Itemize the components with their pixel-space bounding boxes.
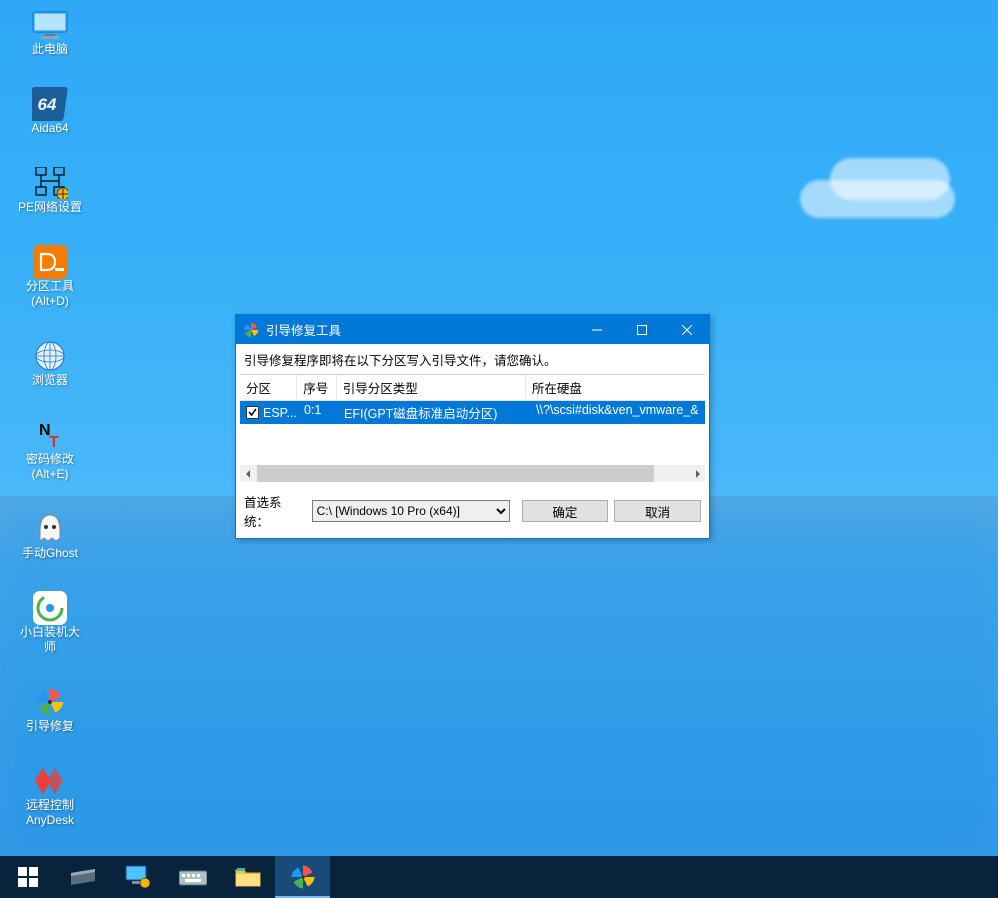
desktop-label: 浏览器 (32, 373, 68, 388)
desktop-label: 密码修改 (Alt+E) (26, 452, 74, 482)
scroll-thumb[interactable] (257, 465, 654, 482)
table-header: 分区 序号 引导分区类型 所在硬盘 (240, 375, 705, 401)
desktop-label: 引导修复 (26, 719, 74, 734)
dialog-message: 引导修复程序即将在以下分区写入引导文件，请您确认。 (236, 344, 709, 374)
desktop-label: Aida64 (31, 121, 68, 136)
globe-icon (30, 339, 70, 373)
cell-index: 0:1 (298, 401, 338, 424)
taskbar (0, 856, 998, 898)
titlebar[interactable]: 引导修复工具 (236, 315, 709, 344)
taskbar-network[interactable] (110, 856, 165, 898)
taskbar-explorer[interactable] (220, 856, 275, 898)
cancel-button[interactable]: 取消 (614, 500, 701, 522)
pinwheel-icon (30, 685, 70, 719)
row-checkbox[interactable] (246, 406, 259, 419)
aida64-icon: 64 (30, 87, 70, 121)
desktop-label: 手动Ghost (22, 546, 78, 561)
svg-text:64: 64 (38, 95, 57, 114)
windows-icon (18, 867, 38, 887)
desktop-icon-password[interactable]: NT 密码修改 (Alt+E) (10, 418, 90, 482)
ghost-icon (30, 512, 70, 546)
boot-repair-dialog: 引导修复工具 引导修复程序即将在以下分区写入引导文件，请您确认。 分区 序号 引… (235, 314, 710, 539)
col-type[interactable]: 引导分区类型 (337, 375, 526, 400)
desktop-icon-aida64[interactable]: 64 Aida64 (10, 87, 90, 136)
desktop-icon-this-pc[interactable]: 此电脑 (10, 8, 90, 57)
col-disk[interactable]: 所在硬盘 (526, 375, 705, 400)
ntpw-icon: NT (30, 418, 70, 452)
ok-button[interactable]: 确定 (522, 500, 609, 522)
desktop-label: 分区工具 (Alt+D) (26, 279, 74, 309)
svg-text:T: T (49, 434, 59, 451)
desktop-icon-ghost[interactable]: 手动Ghost (10, 512, 90, 561)
folder-icon (235, 866, 261, 888)
desktop-icon-pe-network[interactable]: PE网络设置 (10, 166, 90, 215)
taskbar-keyboard[interactable] (165, 856, 220, 898)
desktop-label: 小白装机大 师 (20, 625, 80, 655)
desktop-icon-browser[interactable]: 浏览器 (10, 339, 90, 388)
partition-table: 分区 序号 引导分区类型 所在硬盘 ESP... 0:1 EFI(GPT磁盘标准… (240, 374, 705, 465)
computer-icon (30, 8, 70, 42)
desktop-icon-boot-repair[interactable]: 引导修复 (10, 685, 90, 734)
scroll-right-button[interactable] (688, 465, 705, 482)
col-index[interactable]: 序号 (297, 375, 337, 400)
cell-type: EFI(GPT磁盘标准启动分区) (338, 401, 530, 424)
desktop-label: 此电脑 (32, 42, 68, 57)
taskbar-boot-repair[interactable] (275, 856, 330, 898)
col-partition[interactable]: 分区 (240, 375, 297, 400)
desktop-label: PE网络设置 (18, 200, 82, 215)
cell-partition: ESP... (263, 406, 297, 420)
cell-disk: \\?\scsi#disk&ven_vmware_& (530, 401, 705, 424)
desktop-icon-diskgenius[interactable]: 分区工具 (Alt+D) (10, 245, 90, 309)
keyboard-icon (179, 867, 207, 887)
window-title: 引导修复工具 (266, 320, 574, 339)
installer-icon (30, 591, 70, 625)
desktop-icon-xiaobaizhj[interactable]: 小白装机大 师 (10, 591, 90, 655)
horizontal-scrollbar[interactable] (240, 465, 705, 482)
desktop-label: 远程控制 AnyDesk (26, 798, 74, 828)
diskgenius-icon (30, 245, 70, 279)
table-row[interactable]: ESP... 0:1 EFI(GPT磁盘标准启动分区) \\?\scsi#dis… (240, 401, 705, 424)
system-select[interactable]: C:\ [Windows 10 Pro (x64)] (312, 500, 510, 522)
network-config-icon (30, 166, 70, 200)
minimize-button[interactable] (574, 315, 619, 344)
pinwheel-icon (240, 319, 262, 341)
start-button[interactable] (0, 856, 55, 898)
scroll-left-button[interactable] (240, 465, 257, 482)
close-button[interactable] (664, 315, 709, 344)
scroll-track[interactable] (257, 465, 688, 482)
monitor-gear-icon (125, 865, 151, 889)
preferred-system-label: 首选系统： (244, 492, 306, 530)
taskbar-hwinfo[interactable] (55, 856, 110, 898)
chip-icon (69, 867, 97, 887)
pinwheel-icon (289, 863, 317, 891)
maximize-button[interactable] (619, 315, 664, 344)
anydesk-icon (30, 764, 70, 798)
desktop-icon-anydesk[interactable]: 远程控制 AnyDesk (10, 764, 90, 828)
